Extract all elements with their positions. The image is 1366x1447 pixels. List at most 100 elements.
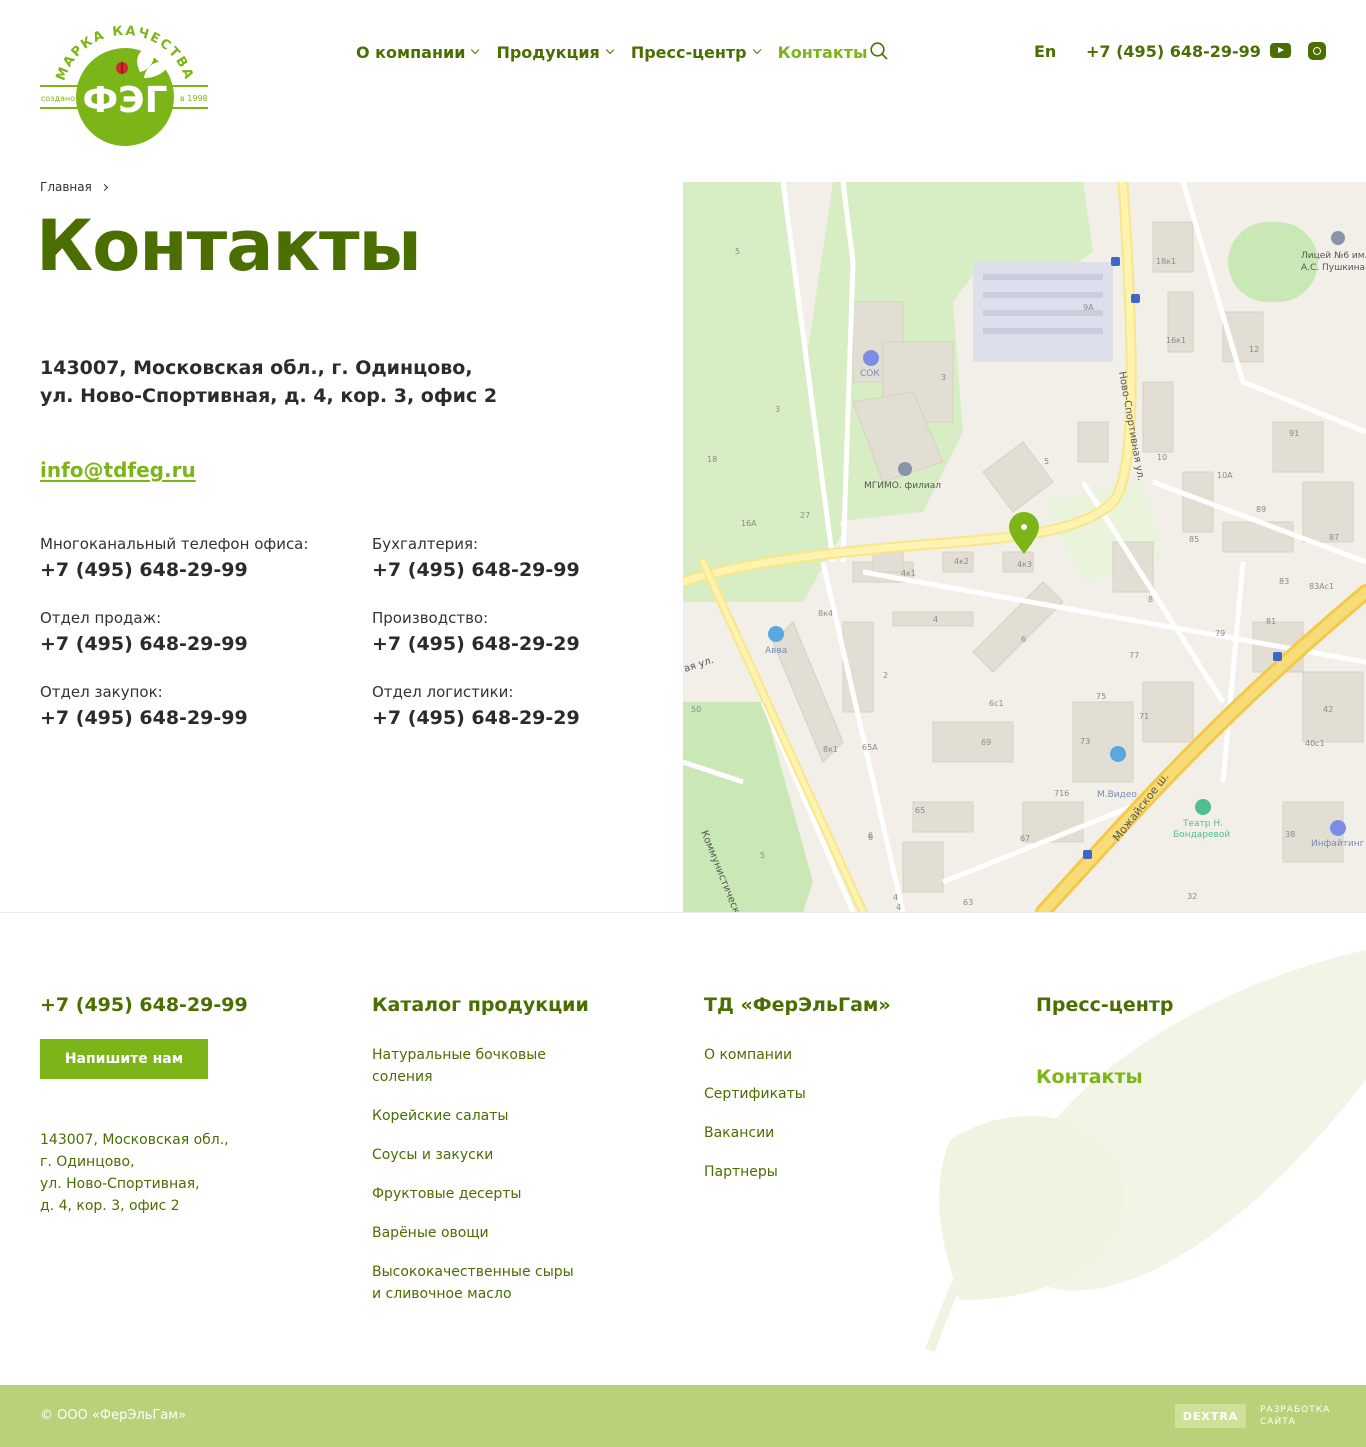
map-house-number: 18 [707, 455, 717, 464]
main-nav: О компании Продукция Пресс-центр Контакт… [356, 40, 887, 64]
breadcrumb-home[interactable]: Главная [40, 180, 92, 194]
footer-company-item[interactable]: Партнеры [704, 1161, 924, 1183]
contact-phone[interactable]: +7 (495) 648-29-99 [40, 632, 340, 656]
map-label-lyceum-2: А.С. Пушкина [1301, 263, 1365, 273]
map-label-theatre-1: Театр Н. [1182, 819, 1223, 829]
map-house-number: 5 [760, 851, 765, 860]
map-house-number: 16А [741, 519, 757, 528]
map-house-number: 18к1 [1156, 257, 1176, 266]
breadcrumb: Главная [40, 180, 108, 194]
address-line-2: ул. Ново-Спортивная, д. 4, кор. 3, офис … [40, 385, 498, 407]
map-house-number: 3 [941, 373, 946, 382]
nav-item-press[interactable]: Пресс-центр [631, 43, 761, 62]
footer-catalog-item[interactable]: Соусы и закуски [372, 1144, 587, 1166]
footer-address: 143007, Московская обл., г. Одинцово, ул… [40, 1129, 270, 1217]
contact-phone[interactable]: +7 (495) 648-29-99 [40, 706, 340, 730]
footer-catalog-item[interactable]: Высококачественные сыры и сливочное масл… [372, 1261, 587, 1305]
map-house-number: 38 [1285, 830, 1295, 839]
nav-item-contacts[interactable]: Контакты [778, 43, 868, 62]
email-link[interactable]: info@tdfeg.ru [40, 458, 196, 482]
logo[interactable]: МАРКА КАЧЕСТВА ФЭГ создано в 1998 [40, 20, 210, 146]
chevron-down-icon [605, 45, 615, 55]
map-house-number: 42 [1323, 705, 1333, 714]
map-house-number: 81 [1266, 617, 1276, 626]
footer-catalog-list: Натуральные бочковые соления Корейские с… [372, 1044, 587, 1322]
map-house-number: 83 [1279, 577, 1289, 586]
footer-company-title[interactable]: ТД «ФерЭльГам» [704, 994, 891, 1016]
chevron-right-icon [100, 183, 108, 191]
footer-contacts-link[interactable]: Контакты [1036, 1066, 1143, 1088]
map-house-number: 4к1 [901, 569, 916, 578]
footer-catalog-title[interactable]: Каталог продукции [372, 994, 589, 1016]
footer-catalog-item[interactable]: Фруктовые десерты [372, 1183, 587, 1205]
contact-phone[interactable]: +7 (495) 648-29-29 [372, 706, 672, 730]
map-house-number: 77 [1129, 651, 1139, 660]
footer-address-line: ул. Ново-Спортивная, [40, 1176, 200, 1192]
nav-item-products[interactable]: Продукция [496, 43, 615, 62]
header-phone[interactable]: +7 (495) 648-29-99 [1086, 42, 1261, 61]
map-house-number: 91 [1289, 429, 1299, 438]
footer-catalog-item[interactable]: Натуральные бочковые соления [372, 1044, 587, 1088]
map-house-number: 79 [1215, 629, 1225, 638]
map-house-number: 83Ас1 [1309, 582, 1334, 591]
contact-phone[interactable]: +7 (495) 648-29-99 [372, 558, 672, 582]
nav-item-label: Контакты [777, 42, 868, 62]
contact-purchasing: Отдел закупок: +7 (495) 648-29-99 [40, 682, 340, 730]
map-label-infight: Инфайтинг [1311, 839, 1365, 849]
footer-address-line: 143007, Московская обл., [40, 1132, 229, 1148]
contact-office: Многоканальный телефон офиса: +7 (495) 6… [40, 534, 340, 582]
map-house-number: 4 [893, 893, 898, 902]
nav-item-about[interactable]: О компании [356, 42, 480, 62]
map-house-number: 4 [896, 903, 901, 912]
map-house-number: 87 [1329, 533, 1339, 542]
map-label-mgimo: МГИМО. филиал [864, 481, 941, 491]
map-house-number: 73 [1080, 737, 1090, 746]
contact-phone[interactable]: +7 (495) 648-29-99 [40, 558, 340, 582]
map-house-number: 67 [1020, 834, 1030, 843]
developer-logo[interactable]: DEXTRA [1175, 1404, 1246, 1428]
map-house-number: 5 [1044, 457, 1049, 466]
footer-catalog-item[interactable]: Варёные овощи [372, 1222, 587, 1244]
chevron-down-icon [752, 45, 761, 55]
youtube-icon[interactable] [1270, 43, 1291, 58]
map-house-number: 8к4 [818, 609, 833, 618]
map-house-number: 4 [933, 615, 938, 624]
map-house-number: 50 [691, 705, 701, 714]
map-label-lyceum-1: Лицей №6 им. [1301, 251, 1366, 261]
logo-brand: ФЭГ [82, 80, 167, 121]
map-house-number: 9А [1083, 303, 1094, 312]
language-switch[interactable]: En [1034, 42, 1056, 61]
footer-address-line: г. Одинцово, [40, 1154, 135, 1170]
map-house-number: 10А [1217, 471, 1233, 480]
map-house-number: 69 [981, 738, 991, 747]
copyright: © ООО «ФерЭльГам» [40, 1408, 187, 1423]
map-house-number: 716 [1054, 789, 1069, 798]
section-divider [0, 912, 1366, 913]
contact-logistics: Отдел логистики: +7 (495) 648-29-29 [372, 682, 672, 730]
footer-press-link[interactable]: Пресс-центр [1036, 994, 1174, 1016]
map-house-number: 5 [735, 247, 740, 256]
map-label-sok: СОК [860, 369, 880, 379]
footer-company-item[interactable]: Сертификаты [704, 1083, 924, 1105]
footer-company-item[interactable]: Вакансии [704, 1122, 924, 1144]
footer-company-list: О компании Сертификаты Вакансии Партнеры [704, 1044, 924, 1200]
map-house-number: 16к1 [1166, 336, 1186, 345]
map-house-number: 6с1 [989, 699, 1004, 708]
map-label-mvideo: М.Видео [1097, 790, 1137, 800]
office-address: 143007, Московская обл., г. Одинцово, ул… [40, 354, 640, 410]
footer-catalog-item[interactable]: Корейские салаты [372, 1105, 587, 1127]
footer-company-item[interactable]: О компании [704, 1044, 924, 1066]
search-icon[interactable] [870, 42, 888, 60]
instagram-icon[interactable] [1308, 42, 1326, 60]
contact-phone[interactable]: +7 (495) 648-29-29 [372, 632, 672, 656]
map-house-number: 6 [1021, 635, 1026, 644]
footer-phone[interactable]: +7 (495) 648-29-99 [40, 994, 248, 1016]
write-us-button[interactable]: Напишите нам [40, 1039, 208, 1079]
office-map[interactable]: СОК М.Видео Авва Инфайтинг МГИМО. филиал… [683, 182, 1366, 912]
nav-item-label: О компании [356, 42, 466, 62]
logo-left-text: создано [41, 94, 75, 103]
map-house-number: 2 [883, 671, 888, 680]
map-house-number: 3 [775, 405, 780, 414]
developer-caption[interactable]: РАЗРАБОТКА САЙТА [1260, 1404, 1340, 1428]
contact-label: Бухгалтерия: [372, 535, 479, 553]
